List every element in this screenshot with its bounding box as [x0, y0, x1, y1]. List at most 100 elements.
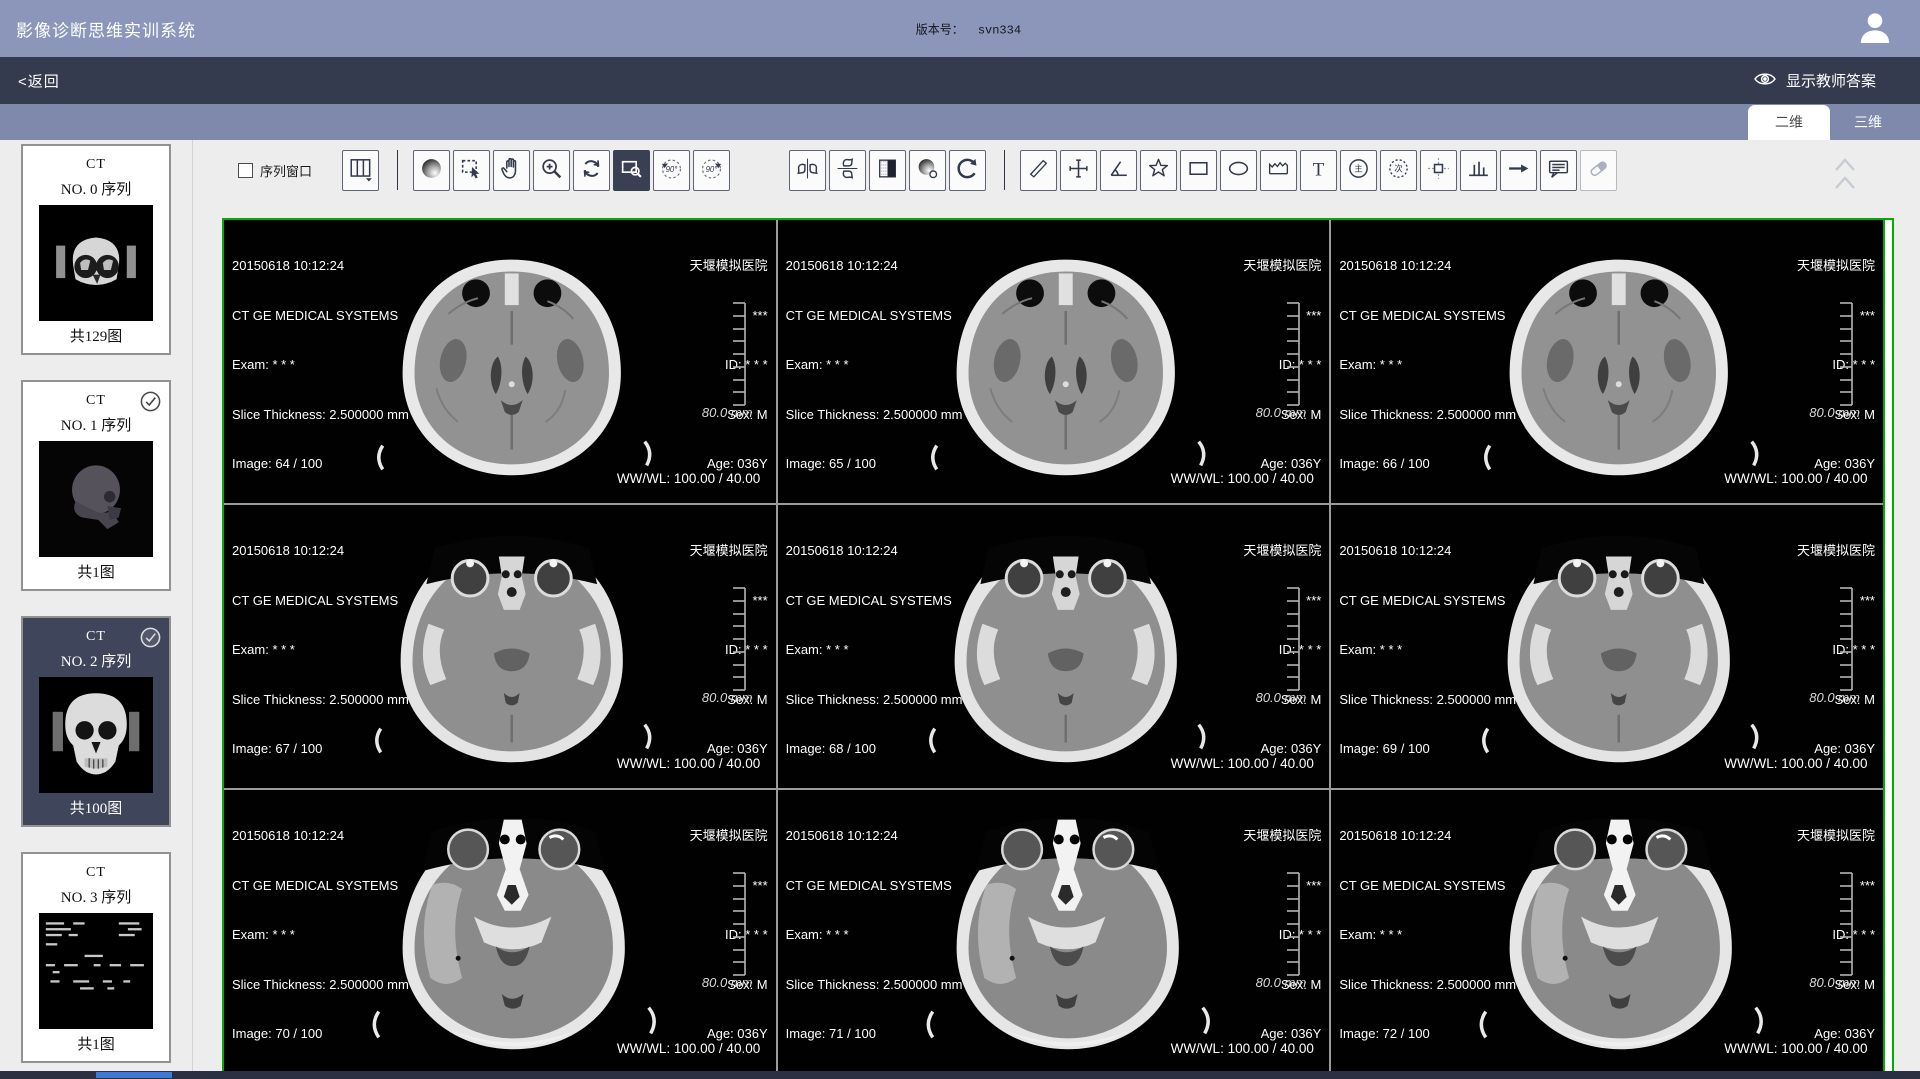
ct-viewport[interactable]: 20150618 10:12:24 CT GE MEDICAL SYSTEMS … — [778, 790, 1330, 1073]
hospital-name: 天堰模拟医院 — [690, 543, 768, 560]
flipv-icon — [835, 156, 860, 184]
localizer-button[interactable] — [1420, 150, 1457, 191]
hospital-name: 天堰模拟医院 — [1243, 828, 1321, 845]
angle-icon — [1106, 156, 1131, 184]
viewport-info-topleft: 20150618 10:12:24 CT GE MEDICAL SYSTEMS … — [786, 795, 963, 1073]
refresh-rotate-button[interactable] — [573, 150, 610, 191]
histogram-icon — [1466, 156, 1491, 184]
ball-icon — [419, 156, 444, 184]
device-name: CT GE MEDICAL SYSTEMS — [786, 308, 963, 325]
rect-select-button[interactable] — [453, 150, 490, 191]
image-index-label: Image: 70 / 100 — [232, 1026, 409, 1043]
series-card[interactable]: CT NO. 1 序列 共1图 — [21, 380, 171, 591]
tab-2d[interactable]: 二维 — [1748, 105, 1830, 140]
study-datetime: 20150618 10:12:24 — [1339, 828, 1516, 845]
flip-vertical-button[interactable] — [829, 150, 866, 191]
ct-viewport[interactable]: 20150618 10:12:24 CT GE MEDICAL SYSTEMS … — [1331, 505, 1883, 788]
layout-select-button[interactable] — [342, 150, 379, 191]
ct-viewport[interactable]: 20150618 10:12:24 CT GE MEDICAL SYSTEMS … — [1331, 790, 1883, 1073]
arrow-annotation-button[interactable] — [1500, 150, 1537, 191]
toolbar: 序列窗口 90° 90° T 主 次 — [238, 147, 1620, 193]
hospital-name: 天堰模拟医院 — [1797, 828, 1875, 845]
svg-text:主: 主 — [1354, 164, 1362, 174]
series-thumbnail — [39, 441, 153, 557]
show-teacher-answer-button[interactable]: 显示教师答案 — [1753, 69, 1876, 93]
window-preset-button[interactable] — [909, 150, 946, 191]
scale-ruler-icon — [1284, 302, 1301, 411]
zoom-in-button[interactable] — [533, 150, 570, 191]
collapse-panel-chevron-icon[interactable] — [1833, 154, 1857, 199]
image-index-label: Image: 66 / 100 — [1339, 456, 1516, 473]
measure-cross-button[interactable] — [1060, 150, 1097, 191]
series-modality: CT — [23, 157, 169, 173]
image-index-label: Image: 69 / 100 — [1339, 741, 1516, 758]
ct-viewport[interactable]: 20150618 10:12:24 CT GE MEDICAL SYSTEMS … — [224, 505, 776, 788]
series-card[interactable]: CT NO. 3 序列 共1图 — [21, 852, 171, 1063]
ct-viewport[interactable]: 20150618 10:12:24 CT GE MEDICAL SYSTEMS … — [224, 790, 776, 1073]
histogram-button[interactable] — [1460, 150, 1497, 191]
device-name: CT GE MEDICAL SYSTEMS — [1339, 878, 1516, 895]
user-avatar-button[interactable] — [1854, 8, 1896, 50]
eraser-button[interactable] — [1580, 150, 1617, 191]
version-info: 版本号：svn334 — [916, 20, 1021, 37]
patient-name-masked: *** — [690, 593, 768, 610]
ct-viewport[interactable]: 20150618 10:12:24 CT GE MEDICAL SYSTEMS … — [778, 220, 1330, 503]
ellipseroi-icon — [1226, 156, 1251, 184]
rectroi-icon — [1186, 156, 1211, 184]
bottom-scrollbar-thumb[interactable] — [96, 1072, 172, 1078]
series-card[interactable]: CT NO. 0 序列 共129图 — [21, 144, 171, 355]
pan-button[interactable] — [493, 150, 530, 191]
scale-ruler-icon — [1284, 587, 1301, 696]
view-mode-tabstrip: 二维 三维 — [0, 104, 1920, 140]
patient-name-masked: *** — [1243, 593, 1321, 610]
eye-icon — [1753, 69, 1777, 93]
regionzoom-icon — [619, 156, 644, 184]
roi-ellipse-button[interactable] — [1220, 150, 1257, 191]
scale-label: 80.0 mm — [1809, 405, 1860, 422]
series-count: 共1图 — [23, 1033, 169, 1054]
series-card[interactable]: CT NO. 2 序列 共100图 — [21, 616, 171, 827]
flip-horizontal-button[interactable] — [789, 150, 826, 191]
bottom-bar — [0, 1071, 1920, 1079]
series-checked-icon — [139, 626, 162, 649]
fliph-icon — [795, 156, 820, 184]
device-name: CT GE MEDICAL SYSTEMS — [1339, 308, 1516, 325]
window-level-label: WW/WL: 100.00 / 40.00 — [1171, 1041, 1314, 1058]
study-datetime: 20150618 10:12:24 — [232, 258, 409, 275]
svg-text:90°: 90° — [706, 165, 718, 174]
measure-star-button[interactable] — [1140, 150, 1177, 191]
profile-curve-button[interactable] — [1260, 150, 1297, 191]
text-annotation-button[interactable]: T — [1300, 150, 1337, 191]
tab-3d[interactable]: 三维 — [1829, 105, 1907, 140]
reset-button[interactable] — [949, 150, 986, 191]
patient-id-label: ID: * * * — [690, 642, 768, 659]
viewport-info-topright: 天堰模拟医院 *** ID: * * * Sex: M Age: 036Y — [1797, 795, 1875, 1073]
measure-line-button[interactable] — [1020, 150, 1057, 191]
region-zoom-button[interactable] — [613, 150, 650, 191]
marker-main-button[interactable]: 主 — [1340, 150, 1377, 191]
measure-angle-button[interactable] — [1100, 150, 1137, 191]
rotate-90-cw-button[interactable]: 90° — [693, 150, 730, 191]
ct-viewport[interactable]: 20150618 10:12:24 CT GE MEDICAL SYSTEMS … — [1331, 220, 1883, 503]
rotate-90-ccw-button[interactable]: 90° — [653, 150, 690, 191]
window-level-ball-button[interactable] — [413, 150, 450, 191]
series-window-checkbox[interactable] — [238, 163, 253, 178]
scale-ruler-icon — [730, 872, 747, 981]
eraser-icon — [1586, 156, 1611, 184]
ct-viewport[interactable]: 20150618 10:12:24 CT GE MEDICAL SYSTEMS … — [778, 505, 1330, 788]
roi-rectangle-button[interactable] — [1180, 150, 1217, 191]
series-window-label: 序列窗口 — [260, 161, 312, 180]
comment-button[interactable] — [1540, 150, 1577, 191]
scale-ruler-icon — [1837, 587, 1854, 696]
series-window-toggle[interactable]: 序列窗口 — [238, 161, 312, 180]
viewport-info-topright: 天堰模拟医院 *** ID: * * * Sex: M Age: 036Y — [1797, 510, 1875, 788]
patient-name-masked: *** — [1243, 878, 1321, 895]
invert-button[interactable] — [869, 150, 906, 191]
cross-icon — [1066, 156, 1091, 184]
window-level-label: WW/WL: 100.00 / 40.00 — [1171, 471, 1314, 488]
viewer-scrollbar[interactable] — [1883, 220, 1892, 1073]
marker-secondary-button[interactable]: 次 — [1380, 150, 1417, 191]
ct-viewport[interactable]: 20150618 10:12:24 CT GE MEDICAL SYSTEMS … — [224, 220, 776, 503]
slice-thickness-label: Slice Thickness: 2.500000 mm — [786, 977, 963, 994]
back-button[interactable]: <返回 — [18, 70, 60, 91]
